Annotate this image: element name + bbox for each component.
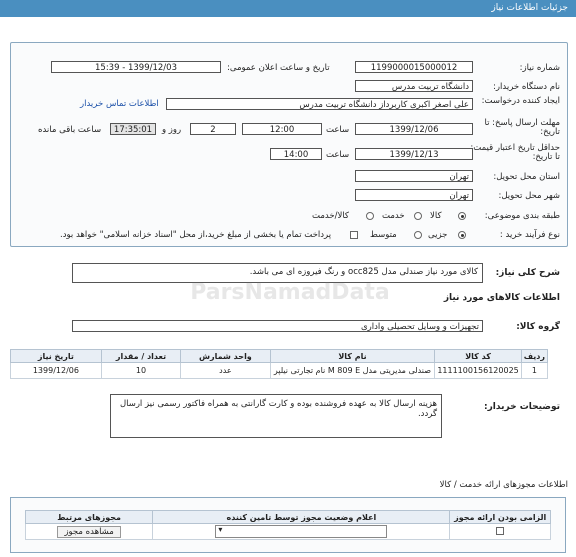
buyer-contact-link[interactable]: اطلاعات تماس خریدار	[80, 99, 159, 109]
permits-table: الزامی بودن ارائه مجوز اعلام وضعیت مجوز …	[24, 510, 551, 540]
permits-title: اطلاعات مجوزهای ارائه خدمت / کالا	[439, 480, 568, 490]
need-number-label: شماره نیاز:	[519, 63, 560, 73]
days-field[interactable]: 2	[190, 123, 236, 135]
col-name: نام کالا	[269, 349, 436, 363]
validity-date-field[interactable]: 1399/12/13	[355, 148, 473, 160]
creator-label: ایجاد کننده درخواست:	[481, 96, 560, 106]
notes-text: هزینه ارسال کالا به عهده فروشنده بوده و …	[119, 399, 437, 419]
buyer-label: نام دستگاه خریدار:	[493, 82, 560, 92]
category-both-label: کالا/خدمت	[312, 211, 349, 221]
permit-required-checkbox[interactable]	[496, 526, 505, 535]
category-service-radio[interactable]	[414, 212, 422, 220]
col-code: کد کالا	[434, 349, 522, 363]
cell-qty: 10	[100, 362, 182, 379]
cell-date: 1399/12/06	[10, 362, 102, 379]
announce-label: تاریخ و ساعت اعلان عمومی:	[227, 63, 330, 73]
category-goods-label: کالا	[430, 211, 442, 221]
category-label: طبقه بندی موضوعی:	[484, 211, 560, 221]
validity-time-label: ساعت	[326, 150, 350, 160]
page-title: جزئیات اطلاعات نیاز	[491, 3, 568, 13]
validity-time-field[interactable]: 14:00	[270, 148, 322, 160]
process-label: نوع فرآیند خرید :	[499, 230, 560, 240]
need-number-field[interactable]: 1199000015000012	[355, 61, 473, 73]
announce-field[interactable]: 1399/12/03 - 15:39	[51, 61, 221, 73]
summary-label: شرح کلی نیاز:	[495, 268, 560, 278]
cell-row: 1	[520, 362, 549, 379]
table-row[interactable]: 1 1111100156120025 صندلی مدیریتی مدل M 8…	[10, 362, 549, 379]
notes-label: توضیحات خریدار:	[484, 402, 560, 412]
deadline-label: مهلت ارسال پاسخ: تا تاریخ:	[484, 118, 560, 137]
cell-unit: عدد	[180, 362, 271, 379]
col-unit: واحد شمارش	[180, 349, 271, 363]
watermark: ParsNamadData	[190, 280, 390, 305]
category-both-radio[interactable]	[366, 212, 374, 220]
deadline-time-field[interactable]: 12:00	[242, 123, 322, 135]
remaining-time-field: 17:35:01	[110, 123, 156, 135]
validity-label: حداقل تاریخ اعتبار قیمت: تا تاریخ:	[470, 143, 560, 162]
goods-section-title: اطلاعات کالاهای مورد نیاز	[443, 293, 560, 303]
page-header: جزئیات اطلاعات نیاز	[0, 0, 576, 17]
process-medium-radio[interactable]	[414, 231, 422, 239]
province-field[interactable]: تهران	[355, 170, 473, 182]
treasury-checkbox[interactable]	[350, 231, 358, 239]
buyer-field[interactable]: دانشگاه تربیت مدرس	[355, 80, 473, 92]
permit-col-required: الزامی بودن ارائه مجوز	[449, 510, 551, 524]
process-partial-radio[interactable]	[458, 231, 466, 239]
goods-group-field[interactable]: تجهیزات و وسایل تحصیلی واداری	[72, 320, 483, 332]
payment-note: پرداخت تمام یا بخشی از مبلغ خرید،از محل …	[60, 230, 332, 240]
category-goods-radio[interactable]	[458, 212, 466, 220]
creator-field[interactable]: علی اصغر اکبری کاربرداز دانشگاه تربیت مد…	[166, 98, 473, 110]
days-label: روز و	[162, 125, 182, 135]
cell-code: 1111100156120025	[434, 362, 522, 379]
permit-row: ▾ مشاهده مجوز	[24, 523, 551, 540]
items-table: ردیف کد کالا نام کالا واحد شمارش تعداد /…	[10, 349, 549, 379]
col-qty: تعداد / مقدار	[100, 349, 182, 363]
chevron-down-icon: ▾	[218, 525, 223, 534]
category-service-label: خدمت	[382, 211, 405, 221]
remaining-label: ساعت باقی مانده	[38, 125, 102, 135]
view-permit-button[interactable]: مشاهده مجوز	[57, 525, 122, 538]
notes-box: هزینه ارسال کالا به عهده فروشنده بوده و …	[110, 394, 442, 438]
goods-group-label: گروه کالا:	[516, 322, 560, 332]
permit-status-select[interactable]: ▾	[215, 525, 388, 538]
summary-text: کالای مورد نیاز صندلی مدل occ825 و رنگ ف…	[249, 267, 478, 277]
process-partial-label: جزیی	[428, 230, 448, 240]
col-row: ردیف	[520, 349, 549, 363]
city-label: شهر محل تحویل:	[498, 191, 560, 201]
process-medium-label: متوسط	[370, 230, 397, 240]
deadline-time-label: ساعت	[326, 125, 350, 135]
col-date: تاریخ نیاز	[10, 349, 102, 363]
province-label: استان محل تحویل:	[493, 172, 560, 182]
permit-col-related: مجوزهای مرتبط	[24, 510, 154, 524]
cell-name: صندلی مدیریتی مدل M 809 E نام تجارتی نیل…	[269, 362, 436, 379]
city-field[interactable]: تهران	[355, 189, 473, 201]
permit-col-status: اعلام وضعیت مجوز توسط تامین کننده	[152, 510, 451, 524]
need-details-page: جزئیات اطلاعات نیاز شماره نیاز: 11990000…	[0, 0, 576, 557]
deadline-date-field[interactable]: 1399/12/06	[355, 123, 473, 135]
